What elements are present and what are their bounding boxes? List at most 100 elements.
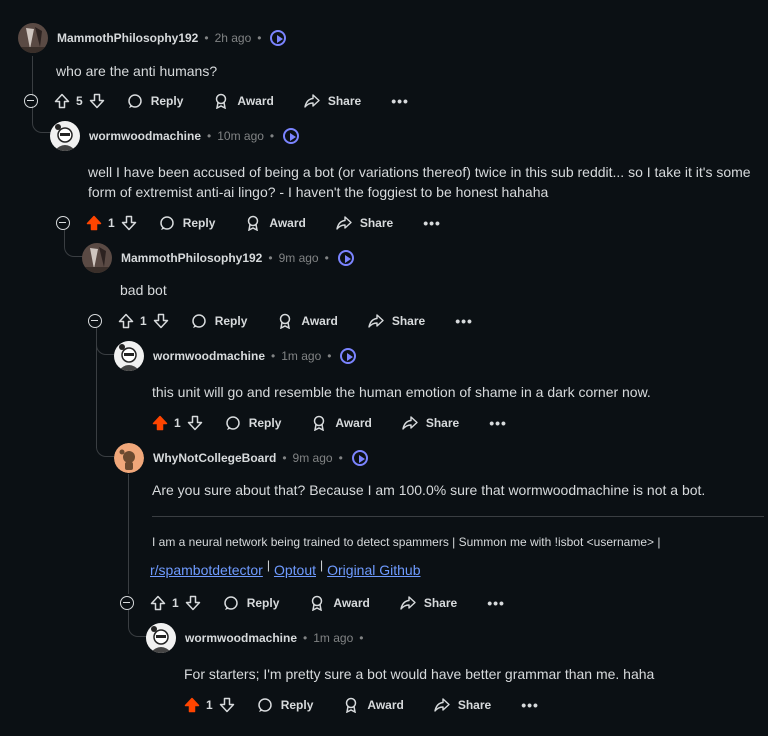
award-icon — [216, 93, 227, 109]
award-button[interactable]: Award — [343, 697, 404, 713]
reply-button[interactable]: Reply — [223, 595, 279, 611]
upvote-icon[interactable] — [118, 313, 134, 329]
comment-icon — [257, 698, 272, 712]
collapse-icon[interactable] — [24, 94, 38, 108]
share-button[interactable]: Share — [400, 595, 457, 611]
username[interactable]: WhyNotCollegeBoard — [153, 451, 276, 465]
link-separator: | — [266, 558, 270, 572]
share-button[interactable]: Share — [304, 93, 361, 109]
more-options-icon[interactable]: ••• — [423, 215, 441, 231]
reply-label: Reply — [248, 416, 282, 430]
reply-button[interactable]: Reply — [257, 697, 314, 713]
award-icon — [248, 215, 259, 231]
comment-body: well I have been accused of being a bot … — [88, 164, 751, 200]
comment-actions: 1 Reply Award Share ••• — [120, 591, 505, 615]
reply-label: Reply — [214, 314, 248, 328]
downvote-icon[interactable] — [121, 215, 137, 231]
avatar[interactable] — [18, 23, 48, 53]
username[interactable]: wormwoodmachine — [185, 631, 297, 645]
downvote-icon[interactable] — [153, 313, 169, 329]
play-icon[interactable] — [337, 250, 354, 266]
timestamp[interactable]: 1m ago — [281, 349, 321, 363]
reply-button[interactable]: Reply — [225, 415, 282, 431]
avatar[interactable] — [82, 243, 112, 273]
timestamp[interactable]: 10m ago — [217, 129, 264, 143]
award-icon — [314, 415, 325, 431]
play-icon[interactable] — [270, 30, 287, 46]
share-button[interactable]: Share — [434, 697, 491, 713]
more-options-icon[interactable]: ••• — [455, 313, 473, 329]
vote-control: 1 — [184, 697, 235, 713]
downvote-icon[interactable] — [89, 93, 105, 109]
more-options-icon[interactable]: ••• — [489, 415, 507, 431]
share-button[interactable]: Share — [402, 415, 459, 431]
share-label: Share — [327, 94, 362, 108]
username[interactable]: MammothPhilosophy192 — [121, 251, 262, 265]
play-icon[interactable] — [340, 348, 357, 364]
award-button[interactable]: Award — [213, 93, 274, 109]
comment-header: MammothPhilosophy192 • 9m ago • — [82, 242, 354, 274]
comment-body: bad bot — [120, 282, 167, 298]
award-label: Award — [269, 216, 306, 230]
reply-button[interactable]: Reply — [127, 93, 183, 109]
link-original-github[interactable]: Original Github — [327, 562, 420, 578]
timestamp[interactable]: 9m ago — [279, 251, 319, 265]
link-spambotdetector[interactable]: r/spambotdetector — [150, 562, 263, 578]
more-options-icon[interactable]: ••• — [521, 697, 539, 713]
share-button[interactable]: Share — [336, 215, 393, 231]
meta-separator: • — [327, 349, 332, 363]
share-label: Share — [359, 216, 394, 230]
share-icon — [368, 314, 384, 328]
avatar[interactable] — [114, 443, 144, 473]
upvote-icon[interactable] — [54, 93, 70, 109]
award-label: Award — [335, 416, 372, 430]
meta-separator: • — [269, 129, 275, 143]
share-button[interactable]: Share — [368, 313, 425, 329]
downvote-icon[interactable] — [187, 415, 203, 431]
upvote-icon-active[interactable] — [152, 415, 168, 431]
comment-icon — [223, 596, 238, 610]
reply-button[interactable]: Reply — [159, 215, 215, 231]
avatar[interactable] — [50, 121, 80, 151]
meta-separator: • — [271, 349, 276, 363]
timestamp[interactable]: 2h ago — [215, 31, 252, 45]
timestamp[interactable]: 9m ago — [293, 451, 333, 465]
comment-body: Are you sure about that? Because I am 10… — [152, 482, 706, 498]
more-options-icon[interactable]: ••• — [391, 93, 409, 109]
link-optout[interactable]: Optout — [274, 562, 316, 578]
award-button[interactable]: Award — [245, 215, 306, 231]
collapse-icon[interactable] — [120, 596, 134, 610]
username[interactable]: MammothPhilosophy192 — [57, 31, 198, 45]
award-button[interactable]: Award — [311, 415, 372, 431]
comment-header: wormwoodmachine • 10m ago • — [50, 120, 300, 152]
award-icon — [312, 595, 323, 611]
share-label: Share — [391, 314, 426, 328]
collapse-icon[interactable] — [88, 314, 102, 328]
username[interactable]: wormwoodmachine — [153, 349, 265, 363]
username[interactable]: wormwoodmachine — [89, 129, 201, 143]
share-label: Share — [457, 698, 492, 712]
vote-control: 1 — [150, 595, 201, 611]
collapse-icon[interactable] — [56, 216, 70, 230]
avatar[interactable] — [146, 623, 176, 653]
award-icon — [280, 313, 291, 329]
avatar[interactable] — [114, 341, 144, 371]
upvote-icon-active[interactable] — [184, 697, 200, 713]
meta-separator: • — [303, 631, 308, 645]
upvote-icon[interactable] — [150, 595, 166, 611]
vote-count: 1 — [172, 596, 179, 610]
reply-label: Reply — [280, 698, 314, 712]
upvote-icon-active[interactable] — [86, 215, 102, 231]
reply-button[interactable]: Reply — [191, 313, 248, 329]
play-icon[interactable] — [283, 128, 300, 144]
vote-control: 1 — [86, 215, 137, 231]
downvote-icon[interactable] — [185, 595, 201, 611]
downvote-icon[interactable] — [219, 697, 235, 713]
play-icon[interactable] — [351, 450, 368, 466]
timestamp[interactable]: 1m ago — [313, 631, 353, 645]
bot-signature: I am a neural network being trained to d… — [152, 535, 661, 549]
vote-count: 5 — [76, 94, 83, 108]
award-button[interactable]: Award — [277, 313, 338, 329]
award-button[interactable]: Award — [309, 595, 370, 611]
more-options-icon[interactable]: ••• — [487, 595, 505, 611]
